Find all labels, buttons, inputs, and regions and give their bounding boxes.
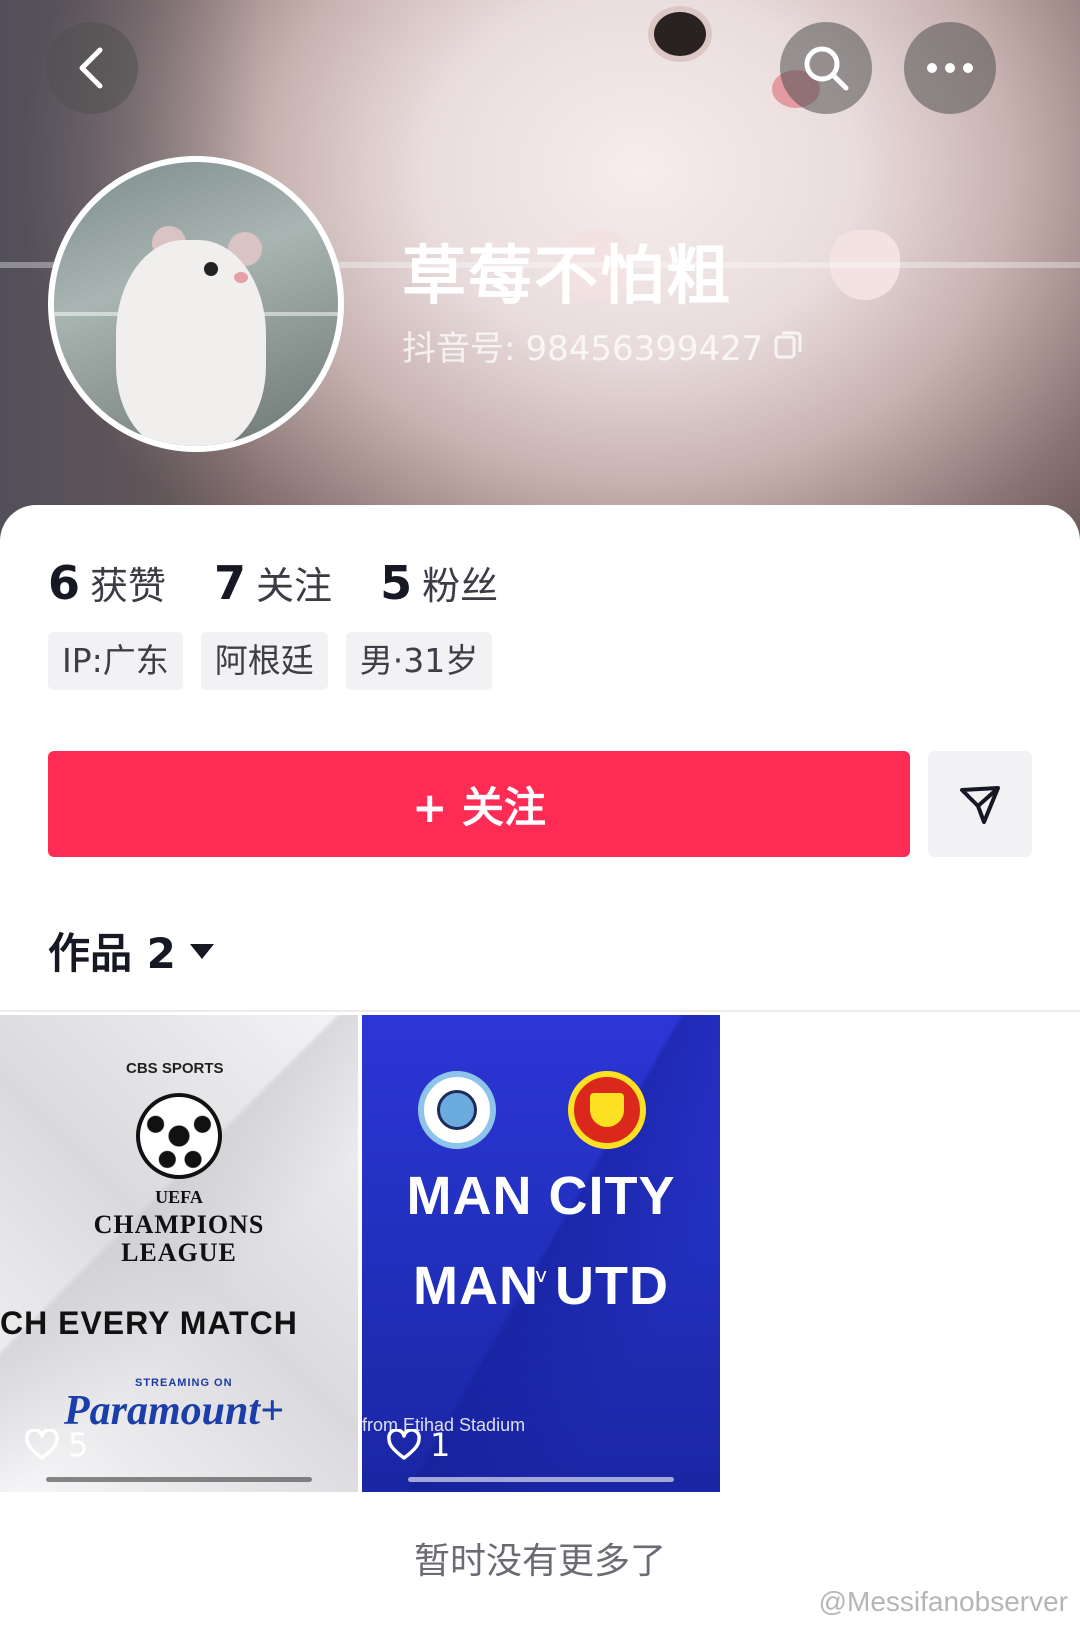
video-thumbnail-2[interactable]: MAN CITY v MAN UTD from Etihad Stadium 1 — [362, 1015, 720, 1492]
tag-gender-age: 男·31岁 — [345, 632, 493, 690]
stat-followers[interactable]: 5 粉丝 — [380, 555, 498, 610]
crest-inner — [590, 1093, 624, 1127]
back-icon — [79, 47, 103, 89]
stat-following-label: 关注 — [256, 564, 333, 608]
thumbnail-progress-bar — [46, 1477, 312, 1482]
video-thumbnail-1[interactable]: CBS SPORTS UEFA CHAMPIONS LEAGUE CH EVER… — [0, 1015, 358, 1492]
paramount-logo: Paramount+ — [64, 1388, 284, 1434]
heart-icon — [387, 1429, 421, 1460]
stat-followers-label: 粉丝 — [422, 564, 499, 608]
stat-likes-count: 6 — [48, 556, 81, 610]
more-button[interactable] — [904, 22, 996, 114]
stat-followers-count: 5 — [380, 556, 413, 610]
profile-tags: IP:广东 阿根廷 男·31岁 — [48, 632, 493, 690]
ucl-starball-icon — [136, 1093, 222, 1179]
heart-icon — [25, 1429, 59, 1460]
match-team-2: MAN UTD — [413, 1256, 669, 1316]
douyin-id-row: 抖音号: 98456399427 — [402, 328, 803, 369]
douyin-id-label: 抖音号: — [402, 328, 516, 369]
like-count-row: 1 — [386, 1426, 450, 1464]
works-divider — [0, 1010, 1080, 1012]
crest-inner — [437, 1090, 477, 1130]
share-button[interactable] — [928, 751, 1032, 857]
watermark: @Messifanobserver — [818, 1586, 1068, 1617]
search-icon — [804, 46, 849, 91]
stat-following[interactable]: 7 关注 — [214, 555, 332, 610]
avatar-hamster-nose — [234, 272, 248, 283]
banner-hamster-eye — [648, 6, 712, 62]
douyin-id-value: 98456399427 — [525, 328, 764, 369]
uefa-text: UEFA — [155, 1187, 203, 1207]
match-team-1: MAN CITY — [406, 1166, 676, 1226]
cbs-logo: CBS SPORTS — [126, 1060, 224, 1077]
like-count-row: 5 — [24, 1426, 88, 1464]
copy-id-button[interactable] — [773, 328, 803, 369]
more-icon — [927, 63, 973, 73]
stats-row: 6 获赞 7 关注 5 粉丝 — [48, 555, 498, 610]
tag-ip: IP:广东 — [48, 632, 183, 690]
copy-icon — [774, 331, 802, 359]
avatar-hamster-eye — [204, 262, 218, 276]
like-count: 1 — [430, 1426, 451, 1464]
man-city-crest-icon — [418, 1071, 496, 1149]
no-more-content-text: 暂时没有更多了 — [413, 1541, 666, 1582]
stat-likes[interactable]: 6 获赞 — [48, 555, 166, 610]
search-button[interactable] — [780, 22, 872, 114]
stat-following-count: 7 — [214, 556, 247, 610]
man-utd-crest-icon — [568, 1071, 646, 1149]
slogan-text: CH EVERY MATCH — [0, 1305, 298, 1341]
nickname: 草莓不怕粗 — [402, 240, 732, 314]
dropdown-icon — [189, 943, 214, 959]
follow-button-label: + 关注 — [412, 782, 546, 832]
back-button[interactable] — [46, 22, 138, 114]
thumbnail-progress-bar — [408, 1477, 674, 1482]
works-tab[interactable]: 作品 2 — [48, 920, 216, 981]
champions-league-text: CHAMPIONS LEAGUE — [93, 1210, 265, 1267]
works-label: 作品 2 — [48, 929, 176, 978]
avatar[interactable] — [48, 156, 344, 452]
like-count: 5 — [68, 1426, 89, 1464]
share-icon — [960, 786, 1000, 824]
follow-button[interactable]: + 关注 — [48, 751, 910, 857]
tag-region: 阿根廷 — [200, 632, 328, 690]
stat-likes-label: 获赞 — [90, 564, 167, 608]
